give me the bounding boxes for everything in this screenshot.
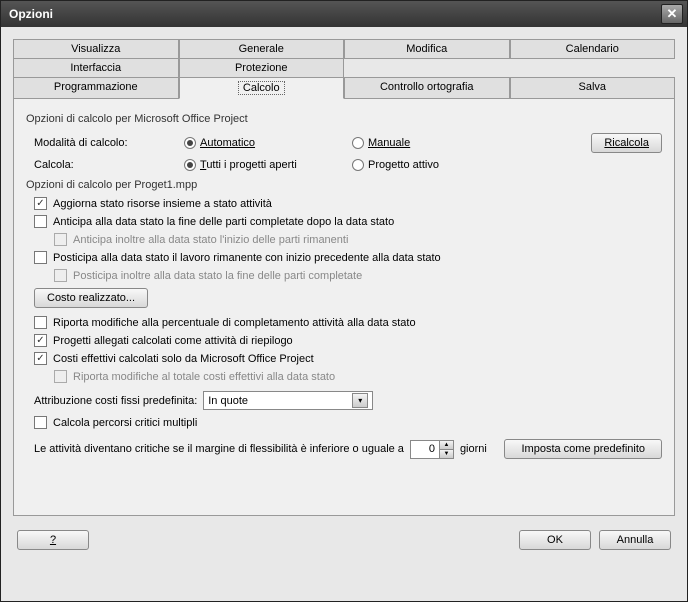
tab-calculation[interactable]: Calcolo [179, 77, 345, 99]
radio-auto[interactable]: Automatico [184, 137, 344, 149]
critical-text-a: Le attività diventano critiche se il mar… [34, 443, 404, 455]
calc-scope-label: Calcola: [34, 159, 184, 171]
fixed-cost-select[interactable]: In quote ▾ [203, 391, 373, 410]
fixed-cost-label: Attribuzione costi fissi predefinita: [34, 395, 197, 407]
tab-calendar[interactable]: Calendario [510, 39, 676, 59]
cancel-button[interactable]: Annulla [599, 530, 671, 550]
close-icon[interactable]: ✕ [661, 4, 683, 24]
dialog-title: Opzioni [9, 7, 53, 21]
spin-up-icon[interactable]: ▲ [439, 441, 453, 449]
dialog-footer: ? OK Annulla [13, 516, 675, 554]
chk-actual-costs-sub: Riporta modifiche al totale costi effett… [54, 370, 662, 383]
group1-title: Opzioni di calcolo per Microsoft Office … [26, 113, 662, 125]
chk-move-remaining-sub: Posticipa inoltre alla data stato la fin… [54, 269, 662, 282]
group2-title: Opzioni di calcolo per Proget1.mpp [26, 179, 662, 191]
chevron-down-icon: ▾ [352, 393, 368, 408]
spin-down-icon[interactable]: ▼ [439, 449, 453, 458]
calc-mode-group: Automatico Manuale [184, 137, 512, 149]
chk-update-status[interactable]: ✓Aggiorna stato risorse insieme a stato … [34, 197, 662, 210]
radio-all-projects[interactable]: Tutti i progetti aperti [184, 159, 344, 171]
tab-security[interactable]: Protezione [179, 58, 345, 78]
ok-button[interactable]: OK [519, 530, 591, 550]
radio-manual[interactable]: Manuale [352, 137, 512, 149]
set-default-button[interactable]: Imposta come predefinito [504, 439, 662, 459]
calc-mode-label: Modalità di calcolo: [34, 137, 184, 149]
chk-inserted-projects[interactable]: ✓Progetti allegati calcolati come attivi… [34, 334, 662, 347]
chk-percent-complete[interactable]: Riporta modifiche alla percentuale di co… [34, 316, 662, 329]
help-button[interactable]: ? [17, 530, 89, 550]
tabstrip: Visualizza Generale Modifica Calendario … [13, 39, 675, 516]
tab-spelling[interactable]: Controllo ortografia [344, 77, 510, 99]
tab-save[interactable]: Salva [510, 77, 676, 99]
tab-view[interactable]: Visualizza [13, 39, 179, 59]
tab-general[interactable]: Generale [179, 39, 345, 59]
critical-days-input[interactable] [411, 441, 439, 458]
earned-value-button[interactable]: Costo realizzato... [34, 288, 148, 308]
tab-edit[interactable]: Modifica [344, 39, 510, 59]
critical-threshold-row: Le attività diventano critiche se il mar… [34, 439, 662, 459]
chk-move-remaining[interactable]: Posticipa alla data stato il lavoro rima… [34, 251, 662, 264]
tab-interface[interactable]: Interfaccia [13, 58, 179, 78]
fixed-cost-value: In quote [208, 395, 248, 407]
tab-schedule[interactable]: Programmazione [13, 77, 179, 99]
fixed-cost-row: Attribuzione costi fissi predefinita: In… [34, 391, 662, 410]
chk-move-start-sub: Anticipa inoltre alla data stato l'inizi… [54, 233, 662, 246]
calc-scope-group: Tutti i progetti aperti Progetto attivo [184, 159, 512, 171]
chk-actual-costs[interactable]: ✓Costi effettivi calcolati solo da Micro… [34, 352, 662, 365]
tab-panel-calculation: Opzioni di calcolo per Microsoft Office … [13, 98, 675, 516]
recalc-button[interactable]: Ricalcola [591, 133, 662, 153]
critical-text-b: giorni [460, 443, 487, 455]
radio-active-project[interactable]: Progetto attivo [352, 159, 512, 171]
dialog-content: Visualizza Generale Modifica Calendario … [1, 27, 687, 601]
chk-move-start[interactable]: Anticipa alla data stato la fine delle p… [34, 215, 662, 228]
options-dialog: Opzioni ✕ Visualizza Generale Modifica C… [0, 0, 688, 602]
critical-days-spinner[interactable]: ▲ ▼ [410, 440, 454, 459]
chk-multiple-critical[interactable]: Calcola percorsi critici multipli [34, 416, 662, 429]
titlebar: Opzioni ✕ [1, 1, 687, 27]
